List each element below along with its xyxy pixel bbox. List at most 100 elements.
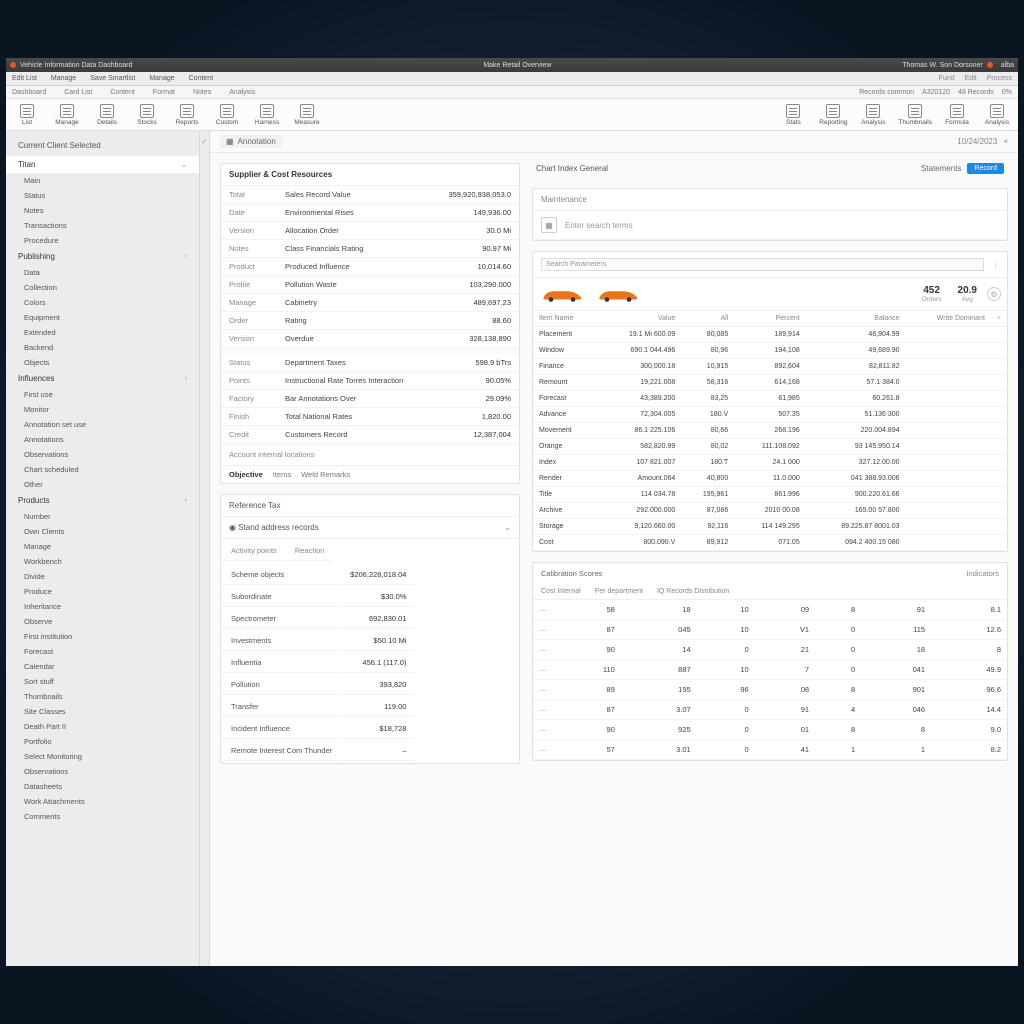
record-button[interactable]: Record (967, 163, 1004, 174)
indicators-link[interactable]: Indicators (966, 569, 999, 578)
sidebar-section[interactable]: Publishing› (6, 248, 199, 265)
ribbon-button[interactable]: Stocks (132, 104, 162, 126)
sidebar-section[interactable]: Influences› (6, 370, 199, 387)
ribbon-button[interactable]: Thumbnails (898, 104, 932, 126)
table-row[interactable]: RenderAmount.06440,80011.0.000041 388.93… (533, 471, 1007, 487)
sidebar-item[interactable]: Inheritance (6, 599, 199, 614)
table-row[interactable]: Archive292.000.00087,0862010 00.08165.00… (533, 503, 1007, 519)
search-input[interactable]: Search Parameters (541, 258, 984, 271)
ribbon-button[interactable]: Reporting (818, 104, 848, 126)
sidebar-item[interactable]: Site Classes (6, 704, 199, 719)
ribbon-button[interactable]: Stats (778, 104, 808, 126)
menu-item[interactable]: Manage (149, 75, 174, 82)
statements-link[interactable]: Statements (921, 164, 961, 173)
sidebar-item[interactable]: Work Attachments (6, 794, 199, 809)
ribbon-button[interactable]: Details (92, 104, 122, 126)
sidebar-item[interactable]: Observations (6, 764, 199, 779)
ribbon-button[interactable]: Analysis (858, 104, 888, 126)
chevron-down-icon[interactable]: ⌄ (504, 523, 511, 532)
sidebar-item[interactable]: Divide (6, 569, 199, 584)
ribbon-button[interactable]: Custom (212, 104, 242, 126)
gear-icon[interactable]: ⚙ (987, 287, 1001, 301)
sidebar-item[interactable]: Manage (6, 539, 199, 554)
sidebar-item[interactable]: Procedure (6, 233, 199, 248)
table-row[interactable]: Storage9,120.660.0092,116114 149.29589.2… (533, 519, 1007, 535)
sidebar-item[interactable]: Extended (6, 325, 199, 340)
sidebar-item[interactable]: Annotation set use (6, 417, 199, 432)
col-header[interactable]: Balance (806, 311, 906, 327)
table-row[interactable]: Forecast43,389.20083,2561,98560.261.8 (533, 391, 1007, 407)
table-row[interactable]: Placement19.1 Mi 600.0980,085189,91446,9… (533, 327, 1007, 343)
sidebar-item[interactable]: Thumbnails (6, 689, 199, 704)
table-row[interactable]: Cost800.090.V89,912071.05094.2 400.15 08… (533, 535, 1007, 551)
sidebar-item[interactable]: Status (6, 188, 199, 203)
ribbon-button[interactable]: Measure (292, 104, 322, 126)
add-column-icon[interactable]: + (991, 311, 1007, 327)
sidebar-section[interactable]: Titan⌄ (6, 156, 199, 173)
sidebar-item[interactable]: Observations (6, 447, 199, 462)
sidebar-collapse-handle[interactable]: ✓ (200, 131, 210, 966)
menu-right-item[interactable]: Fund (939, 75, 955, 82)
subbar-item[interactable]: Dashboard (12, 89, 46, 96)
subbar-item[interactable]: Analysis (229, 89, 255, 96)
sidebar-item[interactable]: First institution (6, 629, 199, 644)
sidebar-item[interactable]: Number (6, 509, 199, 524)
table-row[interactable]: Title114 034.78195,961861.996900.220.61.… (533, 487, 1007, 503)
table-row[interactable]: Movement86.1 225.10680,66268.196220.004.… (533, 423, 1007, 439)
col-header[interactable]: Write Dominant (906, 311, 991, 327)
subbar-item[interactable]: Content (110, 89, 135, 96)
sidebar-item[interactable]: Chart scheduled (6, 462, 199, 477)
sidebar-item[interactable]: Objects (6, 355, 199, 370)
ribbon-button[interactable]: Formula (942, 104, 972, 126)
menu-item[interactable]: Save Smartlist (90, 75, 135, 82)
ribbon-button[interactable]: List (12, 104, 42, 126)
table-row[interactable]: Window690.1 044.49680,96194,10849,689.90 (533, 343, 1007, 359)
col-header[interactable]: All (681, 311, 734, 327)
tab[interactable]: Weld Remarks (301, 470, 350, 479)
sidebar-item[interactable]: Transactions (6, 218, 199, 233)
sidebar-item[interactable]: Produce (6, 584, 199, 599)
breadcrumb-pill[interactable]: ▦ Annotation (220, 135, 282, 148)
table-row[interactable]: Index107 821.007180.T24.1 000327.12.00.0… (533, 455, 1007, 471)
sidebar-item[interactable]: First use (6, 387, 199, 402)
close-icon[interactable]: × (1003, 137, 1008, 146)
sidebar-item[interactable]: Own Clients (6, 524, 199, 539)
sidebar-item[interactable]: Select Monitoring (6, 749, 199, 764)
sidebar-item[interactable]: Collection (6, 280, 199, 295)
toggle-row[interactable]: ◉ Stand address records (229, 523, 319, 532)
sidebar-item[interactable]: Other (6, 477, 199, 492)
col-header[interactable]: Value (599, 311, 682, 327)
subbar-item[interactable]: Card List (64, 89, 92, 96)
filter-icon[interactable]: ⋮ (992, 260, 1000, 269)
sidebar-item[interactable]: Death Part II (6, 719, 199, 734)
sidebar-item[interactable]: Observe (6, 614, 199, 629)
sidebar-item[interactable]: Colors (6, 295, 199, 310)
sidebar-item[interactable]: Calendar (6, 659, 199, 674)
menu-item[interactable]: Content (189, 75, 214, 82)
sidebar-item[interactable]: Annotations (6, 432, 199, 447)
subbar-item[interactable]: Format (153, 89, 175, 96)
menu-item[interactable]: Edit List (12, 75, 37, 82)
table-row[interactable]: Remount19,221.00858,316614,16857.1 384.0 (533, 375, 1007, 391)
sidebar-item[interactable]: Data (6, 265, 199, 280)
col-header[interactable]: Percent (734, 311, 806, 327)
sidebar-item[interactable]: Notes (6, 203, 199, 218)
sidebar-item[interactable]: Comments (6, 809, 199, 824)
sidebar-item[interactable]: Monitor (6, 402, 199, 417)
table-row[interactable]: Orange582,820.9980,02111.108.09293 145.9… (533, 439, 1007, 455)
menu-right-item[interactable]: Edit (965, 75, 977, 82)
sidebar-item[interactable]: Forecast (6, 644, 199, 659)
sidebar-item[interactable]: Portfolio (6, 734, 199, 749)
menu-item[interactable]: Manage (51, 75, 76, 82)
ribbon-button[interactable]: Analysis (982, 104, 1012, 126)
search-placeholder[interactable]: Enter search terms (565, 221, 633, 230)
table-row[interactable]: Advance72,304.005180.V507.3551.136 300 (533, 407, 1007, 423)
tab[interactable]: Items (273, 470, 291, 479)
sidebar-item[interactable]: Datasheets (6, 779, 199, 794)
sidebar-item[interactable]: Equipment (6, 310, 199, 325)
sidebar-section[interactable]: Products› (6, 492, 199, 509)
ribbon-button[interactable]: Reports (172, 104, 202, 126)
tab[interactable]: Objective (229, 470, 263, 479)
sidebar-item[interactable]: Workbench (6, 554, 199, 569)
sidebar-item[interactable]: Main (6, 173, 199, 188)
